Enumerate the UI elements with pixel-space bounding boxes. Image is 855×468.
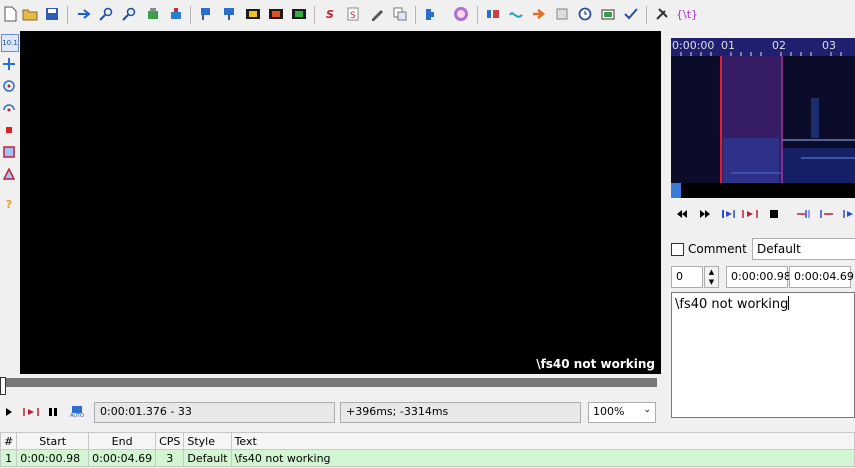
clip-tool-icon[interactable] bbox=[1, 144, 17, 160]
video-zoom-select[interactable]: 100% ⌄ bbox=[588, 402, 656, 423]
subtitle-grid: # Start End CPS Style Text 1 0:00:00.98 … bbox=[0, 432, 855, 467]
tag-icon[interactable] bbox=[145, 6, 161, 22]
jump-icon[interactable] bbox=[76, 6, 92, 22]
arrow-icon[interactable] bbox=[531, 6, 547, 22]
video-subtitle-text: \fs40 not working bbox=[536, 357, 655, 371]
text-cursor bbox=[788, 296, 790, 310]
copy-icon[interactable] bbox=[392, 6, 408, 22]
row-end: 0:00:04.69 bbox=[88, 449, 157, 467]
grid-header-start[interactable]: Start bbox=[16, 432, 90, 450]
comment-checkbox[interactable] bbox=[671, 243, 684, 256]
play-selection-icon[interactable] bbox=[720, 207, 738, 221]
stop-square-icon[interactable] bbox=[554, 6, 570, 22]
play-before-icon[interactable] bbox=[795, 207, 813, 221]
play-icon[interactable] bbox=[4, 403, 14, 421]
start-time-field[interactable]: 0:00:00.98 bbox=[726, 266, 791, 288]
previous-line-icon[interactable] bbox=[674, 207, 690, 221]
layer-field[interactable]: 0 bbox=[671, 266, 703, 288]
grid-header-style[interactable]: Style bbox=[183, 432, 232, 450]
play-end-icon[interactable] bbox=[841, 207, 855, 221]
new-file-icon[interactable] bbox=[2, 6, 18, 22]
save-icon[interactable] bbox=[44, 6, 60, 22]
grid-header-text[interactable]: Text bbox=[230, 432, 855, 450]
row-text: \fs40 not working bbox=[230, 449, 855, 467]
pause-icon[interactable] bbox=[47, 403, 59, 421]
stop-icon[interactable] bbox=[766, 207, 782, 221]
resolution-icon[interactable] bbox=[600, 6, 616, 22]
main-toolbar: S S {\t} bbox=[0, 0, 855, 30]
zoom-value: 100% bbox=[593, 405, 625, 418]
rotate-xy-icon[interactable] bbox=[1, 100, 17, 116]
layer-stepper[interactable]: ▲ ▼ bbox=[704, 266, 719, 288]
rotate-z-icon[interactable] bbox=[1, 78, 17, 94]
video-frame-icon[interactable] bbox=[245, 6, 261, 22]
video-time-display[interactable]: 0:00:01.376 - 33 bbox=[94, 402, 335, 423]
pencil-icon[interactable] bbox=[369, 6, 385, 22]
check-icon[interactable] bbox=[623, 6, 639, 22]
tag-text[interactable]: {\t} bbox=[676, 6, 698, 22]
auto-scroll-icon[interactable]: AUTO bbox=[68, 403, 86, 421]
open-folder-icon[interactable] bbox=[22, 6, 38, 22]
audio-scroll-thumb[interactable] bbox=[671, 183, 681, 198]
audio-frame-icon[interactable] bbox=[268, 6, 284, 22]
vector-clip-icon[interactable] bbox=[1, 166, 17, 182]
grid-header-row: # Start End CPS Style Text bbox=[0, 432, 855, 450]
waveform-icon[interactable] bbox=[508, 6, 524, 22]
automation-icon[interactable]: S bbox=[322, 6, 338, 22]
seek-thumb[interactable] bbox=[0, 377, 6, 395]
style-manager-icon[interactable] bbox=[198, 6, 214, 22]
bucket-icon[interactable] bbox=[168, 6, 184, 22]
play-after-start-icon[interactable] bbox=[818, 207, 836, 221]
keyframe-icon[interactable] bbox=[291, 6, 307, 22]
grid-header-number[interactable]: # bbox=[0, 432, 18, 450]
table-row[interactable]: 1 0:00:00.98 0:00:04.69 3 Default \fs40 … bbox=[0, 449, 855, 467]
row-start: 0:00:00.98 bbox=[16, 449, 90, 467]
audio-scrollbar[interactable] bbox=[671, 183, 855, 198]
play-line-icon[interactable] bbox=[22, 403, 40, 421]
row-number: 1 bbox=[0, 449, 18, 467]
next-line-icon[interactable] bbox=[697, 207, 713, 221]
subtitle-text: \fs40 not working bbox=[675, 297, 789, 312]
chevron-down-icon: ⌄ bbox=[643, 405, 651, 415]
row-style: Default bbox=[183, 449, 232, 467]
avatar-icon[interactable] bbox=[453, 6, 469, 22]
subtitle-text-editor[interactable]: \fs40 not working bbox=[671, 292, 855, 418]
audio-spectrum-display[interactable]: 0:00:00 01 02 03 bbox=[671, 38, 855, 198]
auto-label: AUTO bbox=[69, 412, 85, 419]
zoom-out-icon[interactable] bbox=[121, 6, 137, 22]
spectrum-graphic bbox=[680, 52, 855, 183]
visual-tools-bar: 10.1 ? bbox=[0, 30, 19, 430]
move-tool-icon[interactable] bbox=[1, 56, 17, 72]
attachments-icon[interactable] bbox=[221, 6, 237, 22]
video-display[interactable]: \fs40 not working bbox=[20, 31, 661, 374]
scale-tool-icon[interactable] bbox=[1, 122, 17, 138]
style-select[interactable]: Default bbox=[752, 238, 855, 260]
row-cps: 3 bbox=[155, 449, 185, 467]
spell-check-icon[interactable]: S bbox=[345, 6, 361, 22]
grid-header-cps[interactable]: CPS bbox=[155, 432, 185, 450]
puzzle-icon[interactable] bbox=[423, 6, 439, 22]
grid-header-end[interactable]: End bbox=[88, 432, 157, 450]
comment-label: Comment bbox=[688, 242, 747, 256]
tools-icon[interactable] bbox=[654, 6, 670, 22]
help-icon[interactable]: ? bbox=[1, 196, 17, 212]
play-current-line-icon[interactable] bbox=[741, 207, 759, 221]
end-time-field[interactable]: 0:00:04.69 bbox=[789, 266, 854, 288]
snap-icon[interactable] bbox=[485, 6, 501, 22]
video-seek-bar[interactable] bbox=[0, 378, 657, 387]
svg-text:S: S bbox=[350, 11, 356, 21]
timer-icon[interactable] bbox=[577, 6, 593, 22]
video-offset-display[interactable]: +396ms; -3314ms bbox=[340, 402, 581, 423]
standard-tool-icon[interactable]: 10.1 bbox=[1, 34, 19, 52]
zoom-in-icon[interactable] bbox=[98, 6, 114, 22]
